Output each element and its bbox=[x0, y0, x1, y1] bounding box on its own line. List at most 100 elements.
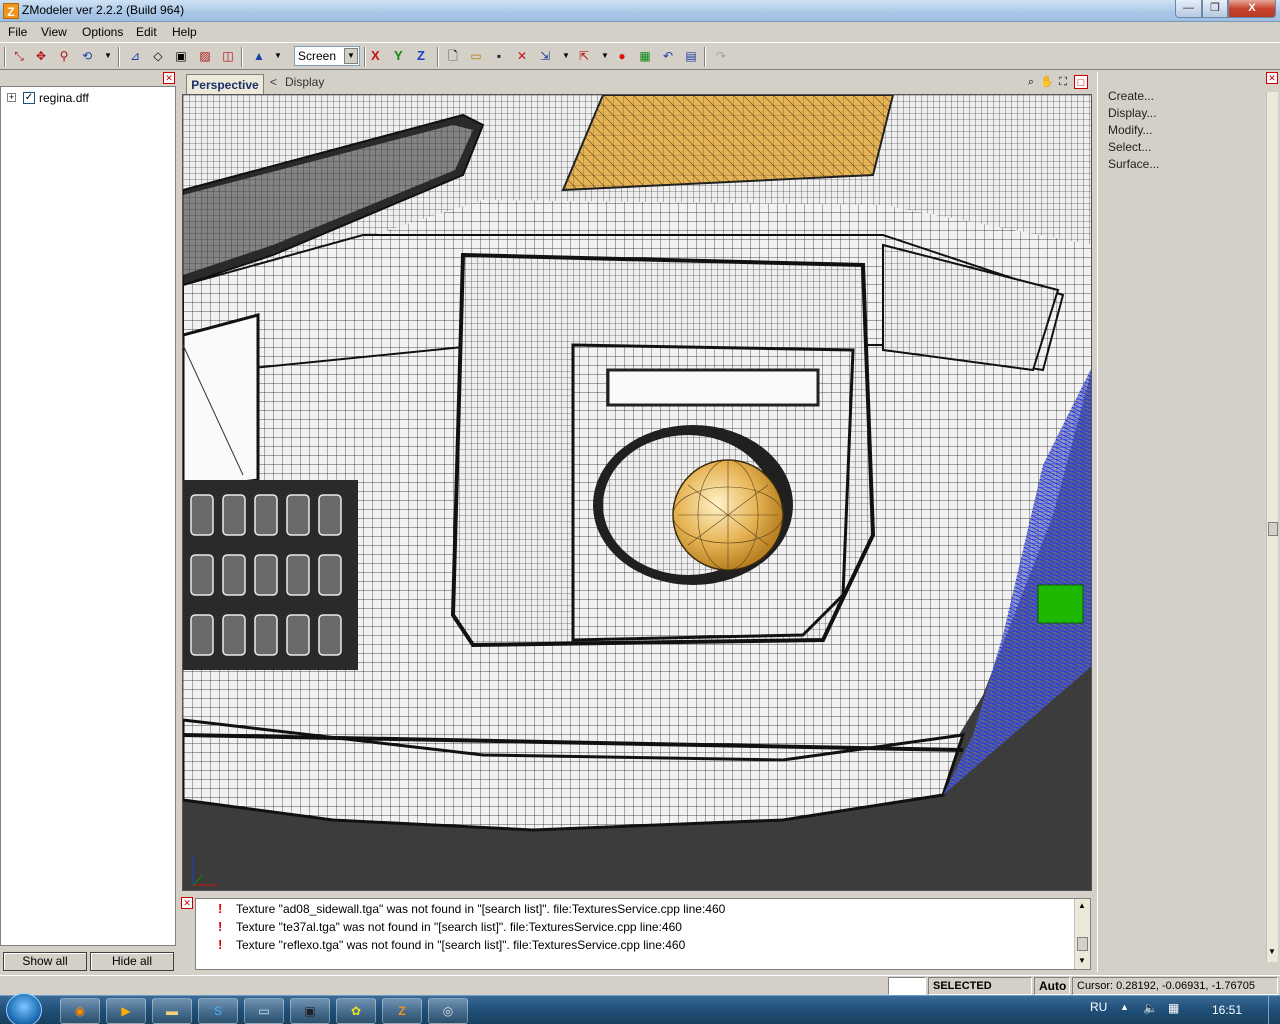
game-icon[interactable]: ◎ bbox=[428, 998, 468, 1024]
zoom-icon[interactable]: ⌕ bbox=[1024, 75, 1038, 89]
window-icon[interactable]: ▭ bbox=[244, 998, 284, 1024]
hide-all-button[interactable]: Hide all bbox=[90, 952, 174, 971]
terminal-icon[interactable]: ▣ bbox=[290, 998, 330, 1024]
tab-perspective[interactable]: Perspective bbox=[186, 74, 264, 94]
new-file-icon[interactable]: 🗋 bbox=[444, 47, 462, 65]
command-modify[interactable]: Modify... bbox=[1108, 123, 1152, 137]
command-create[interactable]: Create... bbox=[1108, 89, 1154, 103]
menu-file[interactable]: File bbox=[8, 25, 27, 39]
axis-x-button[interactable]: X bbox=[371, 48, 380, 63]
display-toggle-label[interactable]: Display bbox=[285, 75, 324, 89]
rotate-tool-icon[interactable]: ⟲ bbox=[78, 47, 96, 65]
log-line: Texture "reflexo.tga" was not found in "… bbox=[236, 938, 686, 952]
media-player-icon[interactable]: ▶ bbox=[106, 998, 146, 1024]
window-title: ZModeler ver 2.2.2 (Build 964) bbox=[22, 3, 185, 17]
vertex-mode-icon[interactable]: ⊿ bbox=[126, 47, 144, 65]
log-scrollbar[interactable]: ▲ ▼ bbox=[1074, 899, 1090, 969]
properties-icon[interactable]: ▤ bbox=[682, 47, 700, 65]
command-surface[interactable]: Surface... bbox=[1108, 157, 1159, 171]
close-icon[interactable]: ✕ bbox=[1266, 72, 1278, 84]
menu-edit[interactable]: Edit bbox=[136, 25, 157, 39]
maximize-viewport-icon[interactable]: □ bbox=[1074, 75, 1088, 89]
render-icon[interactable]: ● bbox=[613, 47, 631, 65]
main-toolbar: ⤡ ✥ ⚲ ⟲ ▼ ⊿ ◇ ▣ ▨ ◫ ▲ ▼ Screen ▼ X Y Z 🗋… bbox=[0, 42, 1280, 70]
dropdown-arrow-icon[interactable]: ▼ bbox=[557, 47, 575, 65]
axis-y-button[interactable]: Y bbox=[394, 48, 403, 63]
view-mode-select[interactable]: Screen ▼ bbox=[294, 46, 360, 66]
export-icon[interactable]: ⇱ bbox=[575, 47, 593, 65]
maximize-button[interactable]: ❐ bbox=[1202, 0, 1228, 18]
command-display[interactable]: Display... bbox=[1108, 106, 1156, 120]
tray-expand-icon[interactable]: ▲ bbox=[1120, 1002, 1129, 1012]
scroll-down-icon[interactable]: ▼ bbox=[1078, 956, 1086, 965]
undo-icon[interactable]: ↶ bbox=[659, 47, 677, 65]
object-mode-icon[interactable]: ▨ bbox=[196, 47, 214, 65]
chevron-down-icon: ▼ bbox=[344, 48, 358, 64]
open-folder-icon[interactable]: ▭ bbox=[467, 47, 485, 65]
scroll-thumb[interactable] bbox=[1077, 937, 1088, 951]
auto-status: Auto bbox=[1034, 977, 1070, 995]
delete-icon[interactable]: ✕ bbox=[513, 47, 531, 65]
display-toggle-arrow[interactable]: < bbox=[270, 75, 277, 89]
3d-viewport[interactable] bbox=[182, 94, 1092, 891]
menu-help[interactable]: Help bbox=[172, 25, 197, 39]
tree-item-regina[interactable]: regina.dff bbox=[39, 91, 89, 105]
warning-icon: ! bbox=[218, 901, 223, 916]
part-mode-icon[interactable]: ◫ bbox=[219, 47, 237, 65]
edge-mode-icon[interactable]: ◇ bbox=[149, 47, 167, 65]
redo-icon[interactable]: ↷ bbox=[712, 47, 730, 65]
command-select[interactable]: Select... bbox=[1108, 140, 1151, 154]
zoom-extents-icon[interactable]: ⛶ bbox=[1056, 75, 1070, 89]
start-button[interactable] bbox=[6, 993, 42, 1024]
axis-z-button[interactable]: Z bbox=[417, 48, 425, 63]
scroll-up-icon[interactable]: ▲ bbox=[1078, 901, 1086, 910]
scene-tree-panel: ✕ + ✓ regina.dff Show all Hide all bbox=[0, 72, 178, 972]
zmodeler-taskbar-icon[interactable]: Z bbox=[382, 998, 422, 1024]
close-button[interactable]: X bbox=[1228, 0, 1276, 18]
wireframe-render[interactable] bbox=[183, 95, 1092, 891]
skype-icon[interactable]: S bbox=[198, 998, 238, 1024]
clock[interactable]: 16:51 bbox=[1212, 1003, 1242, 1017]
menu-options[interactable]: Options bbox=[82, 25, 123, 39]
axis-gizmo-icon[interactable]: ▲ bbox=[250, 47, 268, 65]
menu-view[interactable]: View bbox=[41, 25, 67, 39]
warning-icon: ! bbox=[218, 919, 223, 934]
minimize-button[interactable]: — bbox=[1175, 0, 1202, 18]
explorer-icon[interactable]: ▬ bbox=[152, 998, 192, 1024]
scroll-down-icon[interactable]: ▼ bbox=[1268, 947, 1276, 956]
tree-expander[interactable]: + bbox=[7, 93, 16, 102]
toolbar-separator bbox=[4, 47, 6, 67]
save-icon[interactable]: ▪ bbox=[490, 47, 508, 65]
move-tool-icon[interactable]: ✥ bbox=[32, 47, 50, 65]
toolbar-separator bbox=[118, 47, 120, 67]
command-scrollbar[interactable]: ▼ bbox=[1266, 92, 1278, 962]
dropdown-arrow-icon[interactable]: ▼ bbox=[269, 47, 287, 65]
scroll-thumb[interactable] bbox=[1268, 522, 1278, 536]
face-mode-icon[interactable]: ▣ bbox=[172, 47, 190, 65]
show-all-button[interactable]: Show all bbox=[3, 952, 87, 971]
pose-tool-icon[interactable]: ⚲ bbox=[55, 47, 73, 65]
select-tool-icon[interactable]: ⤡ bbox=[10, 47, 28, 65]
log-panel: ! Texture "ad08_sidewall.tga" was not fo… bbox=[195, 898, 1091, 970]
dropdown-arrow-icon[interactable]: ▼ bbox=[596, 47, 614, 65]
import-icon[interactable]: ⇲ bbox=[536, 47, 554, 65]
close-log-icon[interactable]: ✕ bbox=[181, 897, 193, 909]
viewport-header: Perspective < Display ⌕ ✋ ⛶ □ bbox=[182, 72, 1092, 94]
show-desktop-button[interactable] bbox=[1268, 996, 1280, 1024]
scene-tree[interactable]: + ✓ regina.dff bbox=[0, 86, 176, 946]
toolbar-separator bbox=[241, 47, 243, 67]
warning-icon: ! bbox=[218, 937, 223, 952]
network-icon[interactable]: ▦ bbox=[1168, 1001, 1179, 1015]
command-panel: ✕ Create... Display... Modify... Select.… bbox=[1097, 72, 1280, 972]
taskbar: ◉ ▶ ▬ S ▭ ▣ ✿ Z ◎ RU ▲ 🔈 ▦ 16:51 bbox=[0, 993, 1280, 1024]
pan-icon[interactable]: ✋ bbox=[1040, 75, 1054, 89]
material-icon[interactable]: ▦ bbox=[636, 47, 654, 65]
language-indicator[interactable]: RU bbox=[1090, 1000, 1107, 1014]
visibility-checkbox[interactable]: ✓ bbox=[23, 92, 35, 104]
volume-icon[interactable]: 🔈 bbox=[1143, 1001, 1158, 1015]
firefox-icon[interactable]: ◉ bbox=[60, 998, 100, 1024]
close-icon[interactable]: ✕ bbox=[163, 72, 175, 84]
selection-mode-status: SELECTED MODE bbox=[928, 977, 1032, 1008]
torrent-icon[interactable]: ✿ bbox=[336, 998, 376, 1024]
dropdown-arrow-icon[interactable]: ▼ bbox=[99, 47, 117, 65]
